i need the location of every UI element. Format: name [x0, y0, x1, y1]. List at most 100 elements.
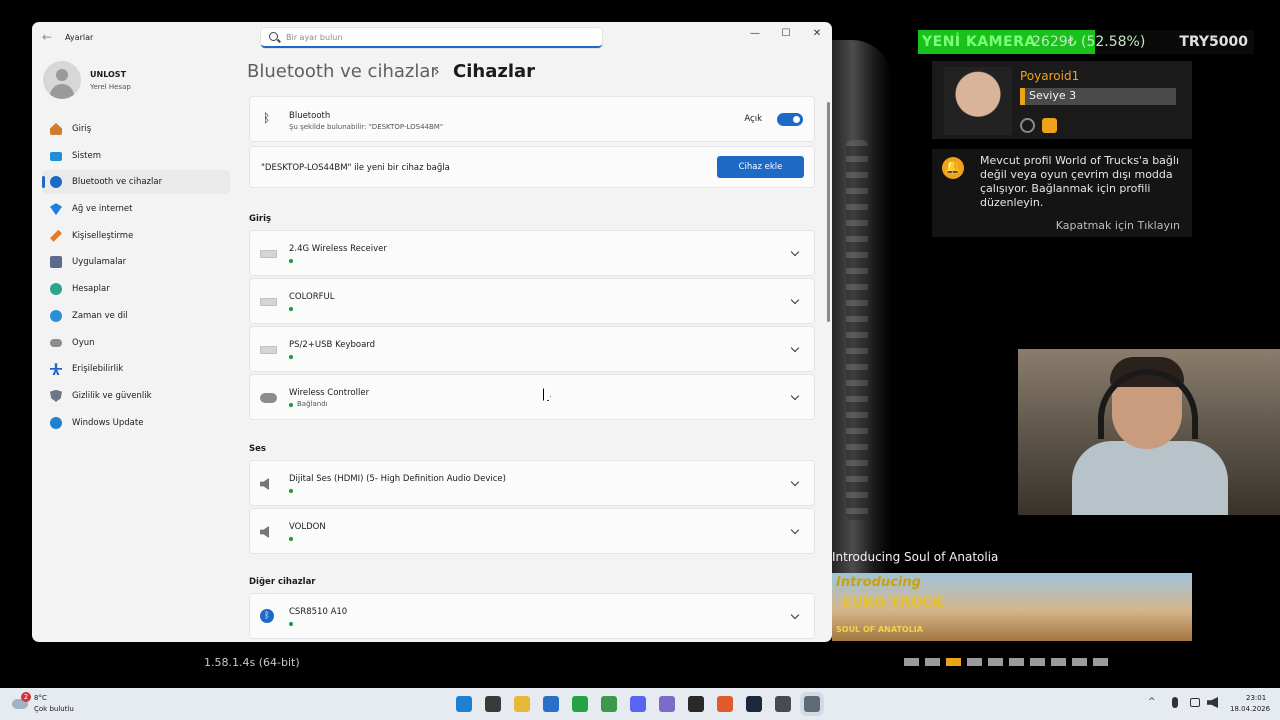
steam-icon[interactable] [746, 696, 762, 712]
weather-condition[interactable]: Çok bulutlu [34, 705, 74, 713]
section-heading-audio: Ses [249, 444, 266, 454]
pagination-dot[interactable] [904, 658, 919, 666]
discord-icon[interactable] [630, 696, 646, 712]
pagination-dot[interactable] [967, 658, 982, 666]
pagination-dot[interactable] [1051, 658, 1066, 666]
bluetooth-card: ᛒ Bluetooth Şu şekilde bulunabilir: "DES… [249, 96, 815, 142]
pagination-dot[interactable] [988, 658, 1003, 666]
bluetooth-state-label: Açık [744, 114, 762, 124]
settings-icon[interactable] [804, 696, 820, 712]
status-dot [289, 355, 293, 359]
sidebar-item-accounts[interactable]: Hesaplar [42, 277, 230, 301]
sidebar-item-time-language[interactable]: Zaman ve dil [42, 304, 230, 328]
device-row[interactable]: PS/2+USB Keyboard [249, 326, 815, 372]
truck-grille [846, 140, 868, 520]
sidebar-item-windows-update[interactable]: Windows Update [42, 411, 230, 435]
bluetooth-toggle[interactable] [777, 113, 803, 126]
app-title: Ayarlar [65, 33, 94, 42]
sidebar-item-bluetooth[interactable]: Bluetooth ve cihazlar [42, 170, 230, 195]
sidebar-item-label: Bluetooth ve cihazlar [72, 177, 163, 188]
chrome-profile-icon[interactable] [659, 696, 675, 712]
devices-content: ᛒ Bluetooth Şu şekilde bulunabilir: "DES… [249, 96, 817, 642]
sidebar-item-label: Oyun [72, 337, 95, 348]
chevron-down-icon[interactable] [790, 610, 800, 620]
device-name: PS/2+USB Keyboard [289, 340, 376, 350]
promo-logo-line2: EURO TRUCK [842, 595, 944, 611]
volume-icon[interactable] [1207, 697, 1218, 708]
pagination-dot[interactable] [946, 658, 961, 666]
breadcrumb-parent[interactable]: Bluetooth ve cihazlar [247, 61, 438, 82]
minimize-button[interactable]: — [746, 26, 764, 42]
sidebar-item-label: Hesaplar [72, 284, 110, 295]
sidebar-item-accessibility[interactable]: Erişilebilirlik [42, 357, 230, 381]
chevron-down-icon[interactable] [790, 391, 800, 401]
obs-icon[interactable] [688, 696, 704, 712]
device-row[interactable]: COLORFUL [249, 278, 815, 324]
chrome-icon[interactable] [601, 696, 617, 712]
search-icon[interactable] [485, 696, 501, 712]
pagination-dot[interactable] [1093, 658, 1108, 666]
pagination-dot[interactable] [1009, 658, 1024, 666]
file-explorer-icon[interactable] [514, 696, 530, 712]
status-dot [289, 403, 293, 407]
user-name: UNLOST [90, 70, 127, 79]
sidebar-item-label: Zaman ve dil [72, 310, 128, 321]
search-input[interactable] [286, 30, 586, 44]
promo-logo-line1: Introducing [836, 575, 921, 590]
clock-time[interactable]: 23:01 [1246, 694, 1266, 702]
ticker-label: YENİ KAMERA [922, 34, 1036, 50]
promo-pagination[interactable] [904, 658, 1108, 667]
back-arrow-icon[interactable]: ← [42, 30, 52, 44]
add-device-button[interactable]: Cihaz ekle [717, 156, 804, 178]
status-dot [289, 622, 293, 626]
avatar[interactable] [43, 61, 81, 99]
sidebar-item-gaming[interactable]: Oyun [42, 331, 230, 355]
maximize-button[interactable]: ☐ [777, 26, 795, 42]
clock-date[interactable]: 18.04.2026 [1230, 705, 1270, 713]
device-row[interactable]: 2.4G Wireless Receiver [249, 230, 815, 276]
taskbar-apps [456, 696, 820, 712]
profile-name: Poyaroid1 [1020, 69, 1080, 83]
device-row[interactable]: Dijital Ses (HDMI) (5- High Definition A… [249, 460, 815, 506]
whatsapp-icon[interactable] [572, 696, 588, 712]
close-button[interactable]: ✕ [808, 26, 826, 42]
sidebar-item-label: Erişilebilirlik [72, 364, 124, 375]
microphone-icon[interactable] [1172, 697, 1178, 708]
device-row[interactable]: VOLDON [249, 508, 815, 554]
chevron-down-icon[interactable] [790, 247, 800, 257]
search-box[interactable] [261, 28, 602, 48]
sidebar-nav: Giriş Sistem Bluetooth ve cihazlar Ağ ve… [42, 117, 230, 437]
add-device-text: "DESKTOP-LOS44BM" ile yeni bir cihaz bağ… [261, 163, 450, 173]
add-device-card: "DESKTOP-LOS44BM" ile yeni bir cihaz bağ… [249, 146, 815, 188]
sidebar-item-privacy[interactable]: Gizlilik ve güvenlik [42, 384, 230, 408]
scrollbar[interactable] [827, 102, 830, 322]
speaker-icon [260, 478, 269, 490]
notification-card[interactable]: 🔔 Mevcut profil World of Trucks'a bağlı … [932, 149, 1192, 237]
pagination-dot[interactable] [925, 658, 940, 666]
game-app-icon[interactable] [775, 696, 791, 712]
sidebar-item-home[interactable]: Giriş [42, 117, 230, 141]
promo-banner[interactable]: Introducing EURO TRUCK SOUL OF ANATOLIA [832, 573, 1192, 641]
update-icon [50, 416, 62, 429]
chevron-down-icon[interactable] [790, 477, 800, 487]
sidebar-item-personalization[interactable]: Kişiselleştirme [42, 224, 230, 248]
device-row[interactable]: Wireless Controller Bağlandı [249, 374, 815, 420]
network-icon[interactable] [1190, 698, 1200, 707]
pagination-dot[interactable] [1072, 658, 1087, 666]
windows-start-icon[interactable] [456, 696, 472, 712]
chevron-down-icon[interactable] [790, 295, 800, 305]
chevron-down-icon[interactable] [790, 343, 800, 353]
device-row[interactable]: ᛒ CSR8510 A10 [249, 593, 815, 639]
weather-temperature[interactable]: 8°C [34, 694, 47, 702]
promo-title: Introducing Soul of Anatolia [832, 550, 999, 564]
pagination-dot[interactable] [1030, 658, 1045, 666]
tray-chevron-up-icon[interactable]: ^ [1148, 697, 1156, 707]
brave-icon[interactable] [717, 696, 733, 712]
time-icon [50, 309, 62, 322]
store-icon[interactable] [543, 696, 559, 712]
sidebar-item-apps[interactable]: Uygulamalar [42, 250, 230, 274]
sidebar-item-network[interactable]: Ağ ve internet [42, 197, 230, 221]
sidebar-item-system[interactable]: Sistem [42, 144, 230, 168]
chevron-down-icon[interactable] [790, 525, 800, 535]
notification-close-link[interactable]: Kapatmak için Tıklayın [1056, 219, 1180, 232]
